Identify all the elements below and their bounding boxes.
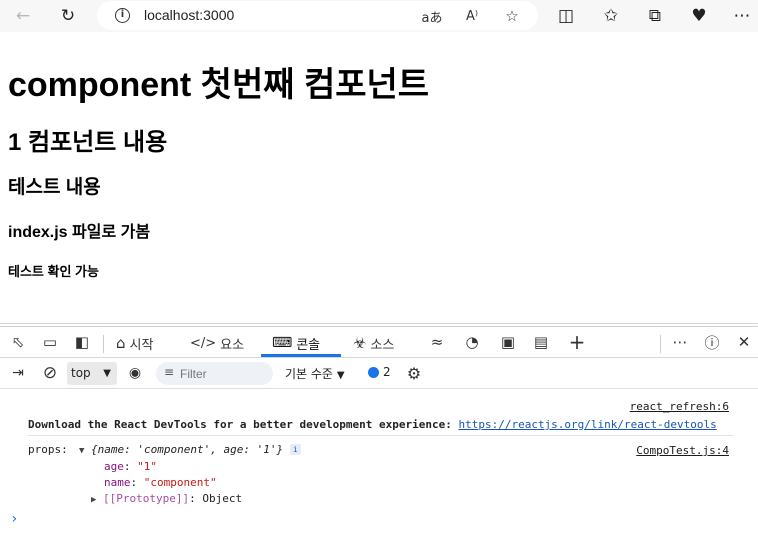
filter-icon: ≡ [164,365,175,379]
collections-icon[interactable]: ⧉ [642,3,668,29]
prop-row: name: "component" [104,476,217,489]
help-icon[interactable]: ⓘ [701,331,723,353]
performance-icon[interactable]: ◔ [461,331,483,353]
message-divider [28,435,734,436]
close-devtools-icon[interactable]: ✕ [733,331,755,353]
inspect-element-icon[interactable]: ⬁ [7,331,29,353]
info-icon[interactable]: i [115,8,130,23]
heading-1: component 첫번째 컴포넌트 [8,66,430,104]
tab-label: 소스 [370,337,395,353]
filter-input[interactable] [180,365,268,382]
issue-icon [368,366,379,378]
home-icon: ⌂ [116,334,126,352]
refresh-icon[interactable]: ↻ [55,3,81,29]
divider [103,335,104,353]
prop-key: age [104,460,124,473]
prop-key: name [104,476,131,489]
tab-label: 콘솔 [296,337,321,353]
object-preview: {name: 'component', age: '1'} [91,443,284,456]
heading-5: 테스트 확인 가능 [8,264,99,279]
read-aloud-icon[interactable]: A⁾ [461,5,483,27]
log-levels-label: 기본 수준 [285,367,333,381]
tab-label: 시작 [129,337,154,353]
active-tab-indicator [261,354,341,357]
heading-4: index.js 파일로 가봄 [8,224,151,241]
source-link[interactable]: CompoTest.js:4 [636,444,729,457]
devtools-tabbar: ⬁ ▭ ◧ ⌂ 시작 </> 요소 ⌨ 콘솔 ☣ 소스 ≈ ◔ ▣ ▤ + ⋯ … [0,326,758,358]
tab-sources[interactable]: ☣ 소스 [353,331,394,355]
object-summary[interactable]: ▼ {name: 'component', age: '1'} i [79,443,301,456]
clear-console-icon[interactable]: ⊘ [40,363,60,383]
more-tools-icon[interactable]: ⋯ [669,331,691,353]
console-output: react_refresh:6 Download the React DevTo… [0,390,758,548]
tab-elements[interactable]: </> 요소 [190,331,244,355]
live-expression-eye-icon[interactable]: ◉ [125,363,145,383]
prototype-row[interactable]: ▶ [[Prototype]]: Object [91,492,242,505]
browser-essentials-icon[interactable]: ♥ [686,3,712,29]
memory-icon[interactable]: ▣ [497,331,519,353]
console-toolbar: ⇥ ⊘ top ▼ ◉ ≡ 기본 수준 ▼ 2 ⚙ [0,358,758,389]
heading-3: 테스트 내용 [8,177,101,198]
expanded-triangle-icon: ▼ [79,446,85,456]
sidebar-toggle-icon[interactable]: ⇥ [8,363,28,383]
split-screen-icon[interactable]: ◫ [553,3,579,29]
network-icon[interactable]: ≈ [426,331,448,353]
caret-down-icon: ▼ [336,370,345,381]
issues-count: 2 [383,365,391,379]
favorites-icon[interactable]: ✩ [598,3,624,29]
address-bar[interactable]: i localhost:3000 aあ A⁾ ☆ [97,1,538,30]
info-icon: i [289,444,301,455]
tab-console[interactable]: ⌨ 콘솔 [272,331,320,355]
props-label: props: [28,443,68,456]
caret-down-icon: ▼ [103,368,111,379]
context-select[interactable]: top ▼ [67,362,117,385]
page-content: component 첫번째 컴포넌트 1 컴포넌트 내용 테스트 내용 inde… [0,32,758,325]
source-link[interactable]: react_refresh:6 [630,400,729,413]
divider [660,335,661,353]
console-settings-gear-icon[interactable]: ⚙ [404,363,424,383]
context-value: top [71,366,91,380]
add-tool-icon[interactable]: + [566,330,588,354]
prototype-key: [[Prototype]] [103,492,190,505]
browser-toolbar: ← ↻ i localhost:3000 aあ A⁾ ☆ ◫ ✩ ⧉ ♥ ⋯ [0,0,758,32]
url-text[interactable]: localhost:3000 [144,7,234,23]
dock-side-icon[interactable]: ◧ [71,331,93,353]
tab-welcome[interactable]: ⌂ 시작 [116,331,153,355]
collapsed-triangle-icon: ▶ [91,495,97,505]
issues-counter[interactable]: 2 [368,365,391,379]
devtools-notice: Download the React DevTools for a better… [28,418,459,431]
console-prompt-chevron-icon[interactable]: › [10,511,18,527]
log-levels-dropdown[interactable]: 기본 수준 ▼ [285,365,345,382]
prop-row: age: "1" [104,460,157,473]
code-icon: </> [190,335,217,351]
prop-value: "component" [143,476,217,489]
filter-field[interactable]: ≡ [156,362,273,385]
more-menu-icon[interactable]: ⋯ [729,3,755,29]
translate-icon[interactable]: aあ [421,5,443,27]
devtools-link[interactable]: https://reactjs.org/link/react-devtools [458,418,716,431]
favorite-star-icon[interactable]: ☆ [501,5,523,27]
tab-label: 요소 [220,337,245,353]
console-icon: ⌨ [272,335,293,351]
bug-icon: ☣ [353,334,367,352]
heading-2: 1 컴포넌트 내용 [8,129,168,156]
prototype-value: Object [202,492,243,505]
prop-value: "1" [137,460,157,473]
device-emulation-icon[interactable]: ▭ [39,331,61,353]
back-icon[interactable]: ← [10,3,36,29]
application-icon[interactable]: ▤ [530,331,552,353]
message-text: Download the React DevTools for a better… [28,418,717,431]
